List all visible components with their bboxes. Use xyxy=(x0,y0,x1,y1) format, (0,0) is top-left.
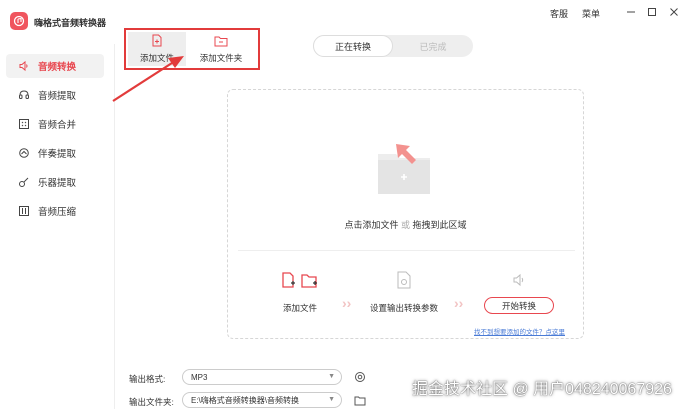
title-bar: 嗨格式音频转换器 客服 菜单 xyxy=(0,0,693,30)
status-tabs: 正在转换 已完成 xyxy=(313,35,473,57)
sidebar-item-audio-extract[interactable]: 音频提取 xyxy=(6,83,104,107)
drop-hint: 点击添加文件 或 拖拽到此区域 xyxy=(344,220,467,230)
app-title: 嗨格式音频转换器 xyxy=(34,18,107,28)
output-format-value: MP3 xyxy=(191,372,208,382)
sidebar-item-compress[interactable]: 音频压缩 xyxy=(6,199,104,223)
sidebar-item-label: 音频压缩 xyxy=(38,207,77,218)
chevron-down-icon: ▼ xyxy=(328,396,335,403)
add-folder-label: 添加文件夹 xyxy=(199,52,243,63)
chevron-down-icon: ▼ xyxy=(328,373,335,380)
sidebar-item-audio-merge[interactable]: 音频合并 xyxy=(6,112,104,136)
start-convert-button[interactable]: 开始转换 xyxy=(484,297,554,314)
compress-icon xyxy=(18,205,30,217)
headset-icon xyxy=(18,147,30,159)
extract-icon xyxy=(18,89,30,101)
merge-icon xyxy=(18,118,30,130)
output-folder-select[interactable]: E:\嗨格式音频转换器\音频转换 ▼ xyxy=(182,392,342,408)
customer-service-link[interactable]: 客服 xyxy=(550,7,568,20)
chevron-right-icon: ›› xyxy=(454,295,464,311)
app-logo-icon xyxy=(10,12,28,30)
chevron-right-icon: ›› xyxy=(342,295,352,311)
sidebar-item-label: 音频转换 xyxy=(38,62,77,73)
speaker-icon xyxy=(513,273,524,287)
sidebar-item-label: 伴奏提取 xyxy=(38,149,77,160)
tab-completed[interactable]: 已完成 xyxy=(393,35,473,57)
close-button[interactable] xyxy=(667,5,681,19)
output-folder-value: E:\嗨格式音频转换器\音频转换 xyxy=(191,395,300,405)
add-file-button[interactable]: 添加文件 xyxy=(128,32,186,66)
watermark: 掘金技术社区 @ 用户048240067926 xyxy=(412,381,672,398)
guitar-icon xyxy=(18,176,30,188)
add-folder-icon xyxy=(214,35,228,49)
minimize-button[interactable] xyxy=(624,5,638,19)
menu-link[interactable]: 菜单 xyxy=(582,7,600,20)
sidebar-item-audio-convert[interactable]: 音频转换 xyxy=(6,54,104,78)
add-file-folder-icon xyxy=(282,272,317,288)
settings-gear-icon[interactable] xyxy=(354,371,366,383)
step-set-params: 设置输出转换参数 xyxy=(369,303,439,313)
file-drop-zone[interactable]: 点击添加文件 或 拖拽到此区域 添加文件 ›› 设置输出转换参数 ›› 开始转换… xyxy=(227,89,584,339)
speaker-icon xyxy=(18,60,30,72)
sidebar-item-instrument[interactable]: 乐器提取 xyxy=(6,170,104,194)
output-format-label: 输出格式: xyxy=(129,374,166,384)
sidebar-item-accompaniment[interactable]: 伴奏提取 xyxy=(6,141,104,165)
output-format-select[interactable]: MP3 ▼ xyxy=(182,369,342,385)
add-toolbar-highlight: 添加文件 添加文件夹 xyxy=(124,28,260,70)
tab-converting[interactable]: 正在转换 xyxy=(313,35,393,57)
add-file-label: 添加文件 xyxy=(139,53,174,63)
sidebar-item-label: 乐器提取 xyxy=(38,178,77,189)
add-file-icon xyxy=(151,34,163,49)
sidebar-item-label: 音频提取 xyxy=(38,91,77,102)
maximize-button[interactable] xyxy=(645,5,659,19)
empty-folder-icon xyxy=(378,144,430,194)
open-folder-icon[interactable] xyxy=(354,394,366,406)
sidebar: 音频转换 音频提取 音频合并 伴奏提取 乐器提取 音频压缩 xyxy=(0,44,115,409)
settings-file-icon xyxy=(397,271,411,289)
output-folder-label: 输出文件夹: xyxy=(129,397,174,407)
step-add-file: 添加文件 xyxy=(282,303,318,313)
help-link[interactable]: 找不到想要添加的文件？点这里 xyxy=(474,326,565,336)
divider xyxy=(238,250,575,251)
sidebar-item-label: 音频合并 xyxy=(38,120,77,131)
add-folder-button[interactable]: 添加文件夹 xyxy=(188,32,254,66)
